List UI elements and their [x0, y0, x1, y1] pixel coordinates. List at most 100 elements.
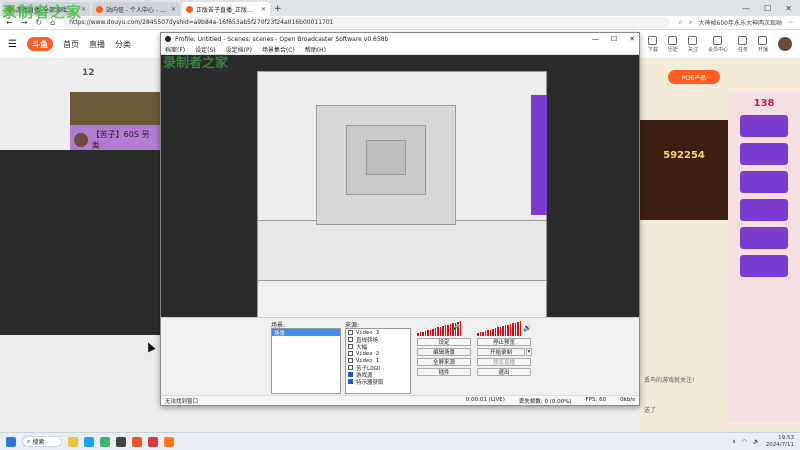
volume-icon[interactable]: 🔈: [753, 439, 760, 445]
stop-preview-button[interactable]: 停止预览: [477, 338, 531, 346]
follow-icon[interactable]: 关注: [688, 35, 698, 53]
obs-logo-icon: [165, 36, 171, 42]
checkbox[interactable]: [348, 365, 353, 370]
level-number: 12: [82, 68, 95, 78]
scene-item[interactable]: 场景: [272, 329, 340, 337]
source-item[interactable]: Video 2: [346, 350, 410, 357]
streamer-avatar: [74, 133, 88, 147]
settings-button[interactable]: 设定: [417, 338, 471, 346]
wifi-icon[interactable]: ◠: [742, 439, 747, 445]
desktop-volume-meter[interactable]: [477, 320, 521, 336]
browser-tab-3[interactable]: 正版苦子直播_正版苦子直播_正... ✕: [182, 2, 270, 16]
checkbox[interactable]: [348, 344, 353, 349]
ad-item[interactable]: [740, 171, 788, 193]
preview-stream-button: 预览直播: [477, 358, 531, 366]
nav-home[interactable]: 首页: [63, 39, 79, 50]
app-icon[interactable]: [148, 436, 158, 447]
sources-list[interactable]: Video 3 直线转场 大幅 Video 2 Video 1 苦子LOGO 游…: [345, 328, 411, 394]
ad-item[interactable]: [740, 115, 788, 137]
meter-bar: [429, 329, 431, 336]
fps-readout: FPS: 60: [585, 396, 607, 403]
source-item[interactable]: 大幅: [346, 343, 410, 351]
edit-scene-button[interactable]: 编辑场景: [417, 348, 471, 356]
checkbox[interactable]: [348, 358, 353, 363]
obs-titlebar: Profile: Untitled - Scenes: scenes - Ope…: [161, 33, 639, 45]
ad-item[interactable]: [740, 143, 788, 165]
task-icon[interactable]: 任务: [738, 35, 748, 53]
douyu-icon[interactable]: [164, 436, 174, 447]
chrome-icon[interactable]: [100, 436, 110, 447]
menu-help[interactable]: 帮助(H): [305, 45, 326, 54]
recording-dropdown[interactable]: ▾: [526, 348, 532, 356]
meter-bar: [439, 326, 441, 336]
vip-icon[interactable]: 会员中心: [708, 35, 728, 53]
checkbox[interactable]: [348, 337, 353, 342]
download-icon[interactable]: 下载: [648, 35, 658, 53]
new-tab-button[interactable]: +: [274, 2, 282, 16]
minimize-button[interactable]: —: [592, 35, 599, 43]
taskbar-search[interactable]: ⌕ 搜索: [22, 436, 62, 447]
star-icon[interactable]: ☆: [678, 19, 683, 26]
menu-scene-collection[interactable]: 场景集合(C): [262, 45, 295, 54]
fullscreen-source-button[interactable]: 全屏来源: [417, 358, 471, 366]
close-button[interactable]: ✕: [785, 4, 792, 13]
meter-bar: [427, 330, 429, 336]
source-item[interactable]: 特示器获取: [346, 378, 410, 386]
maximize-button[interactable]: ☐: [764, 4, 771, 13]
start-icon[interactable]: [6, 436, 16, 447]
ad-item[interactable]: [740, 227, 788, 249]
minimize-button[interactable]: —: [742, 4, 750, 13]
meter-bar: [419, 332, 421, 336]
start-recording-button[interactable]: 开始录制: [477, 348, 525, 356]
meter-bar: [424, 330, 426, 336]
history-icon[interactable]: 历史: [668, 35, 678, 53]
po-button[interactable]: POB产品: [668, 70, 720, 84]
tab-label: 正版苦子直播_正版苦子直播_正...: [196, 6, 258, 14]
plugins-button[interactable]: 插件: [417, 368, 471, 376]
avatar[interactable]: [778, 37, 792, 51]
obs-icon[interactable]: [116, 436, 126, 447]
meter-bar: [417, 333, 419, 336]
nav-category[interactable]: 分类: [115, 39, 131, 50]
meter-bar: [422, 331, 424, 336]
maximize-button[interactable]: ☐: [611, 35, 617, 43]
nested-capture: [366, 140, 406, 175]
app-icon[interactable]: [132, 436, 142, 447]
menu-icon[interactable]: ☰: [8, 39, 17, 50]
search-icon[interactable]: ⌕: [689, 19, 692, 27]
search-label: 搜索: [32, 439, 45, 446]
checkbox[interactable]: [348, 330, 353, 335]
file-explorer-icon[interactable]: [68, 436, 78, 447]
broadcast-icon[interactable]: 开播: [758, 35, 768, 53]
meter-bar: [444, 325, 446, 336]
obs-preview: [161, 55, 639, 317]
close-icon[interactable]: ✕: [261, 6, 266, 13]
checkbox[interactable]: [348, 351, 353, 356]
exit-button[interactable]: 退出: [477, 368, 531, 376]
ad-item[interactable]: [740, 199, 788, 221]
search-suggestion[interactable]: 大神帧600年永乐大神两次现呦: [699, 18, 782, 27]
checkbox[interactable]: [348, 372, 353, 377]
browser-tab-2[interactable]: 站内信 - 个人中心 - 斗鱼 ✕: [92, 2, 180, 16]
edge-icon[interactable]: [84, 436, 94, 447]
scenes-list[interactable]: 场景: [271, 328, 341, 394]
douyu-logo[interactable]: 斗鱼: [26, 37, 53, 51]
ad-item[interactable]: [740, 255, 788, 277]
speaker-icon[interactable]: 🔊: [523, 324, 532, 332]
menu-profile[interactable]: 设定档(P): [226, 45, 252, 54]
player-area: [0, 150, 160, 335]
menu-icon[interactable]: ⋯: [788, 19, 794, 26]
clock[interactable]: 19:53 2024/7/11: [766, 435, 794, 449]
nav-live[interactable]: 直播: [89, 39, 105, 50]
mic-icon[interactable]: 🎤: [451, 324, 460, 332]
close-icon[interactable]: ✕: [171, 6, 176, 13]
meter-bar: [442, 326, 444, 336]
system-tray: ∧ ◠ 🔈 19:53 2024/7/11: [732, 435, 794, 449]
checkbox[interactable]: [348, 379, 353, 384]
chevron-up-icon[interactable]: ∧: [732, 439, 736, 445]
close-button[interactable]: ✕: [629, 35, 635, 43]
douyu-right-icons: 消息 下载 历史 关注 会员中心 任务 开播: [628, 35, 792, 53]
game-banner[interactable]: 592254: [640, 120, 728, 220]
meter-bar: [504, 325, 506, 336]
url-bar[interactable]: https://www.douyu.com/2845507dyshid=a9b8…: [63, 17, 670, 28]
